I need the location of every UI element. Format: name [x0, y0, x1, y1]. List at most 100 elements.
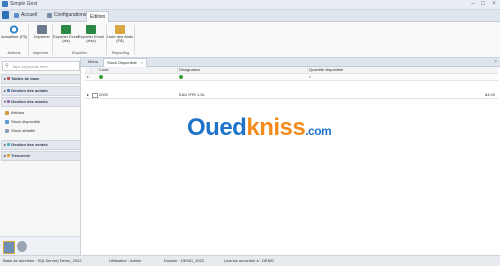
export-xls-button[interactable]: Exporter Excel (xls)	[53, 24, 79, 48]
navigation-pane: ⚲ Tape keywords here ▸ Tables de base ▸ …	[0, 58, 81, 256]
tab-edition[interactable]: Edition	[86, 11, 110, 22]
tab-configurations[interactable]: Configurations	[44, 11, 89, 20]
watermark-text-1: Oued	[187, 114, 247, 141]
cell-designation: EAU IFRI 1.5L	[179, 92, 205, 97]
tab-label: Edition	[90, 13, 106, 20]
search-placeholder: Tape keywords here	[12, 63, 48, 69]
refresh-button[interactable]: Actualiser (F5)	[1, 24, 27, 48]
printer-icon	[37, 25, 47, 34]
minimize-button[interactable]: –	[468, 0, 478, 8]
button-label: Exporter Excel (xls)	[53, 34, 80, 44]
nav-search-input[interactable]: ⚲ Tape keywords here	[2, 61, 80, 71]
nav-item-label: Stock détaillé	[11, 128, 35, 133]
report-list-button[interactable]: Liste des états (F8)	[107, 24, 133, 48]
close-tab-icon[interactable]: ×	[141, 60, 143, 65]
nav-group-gestion-achats[interactable]: ▸ Gestion des achats	[1, 86, 81, 96]
home-icon	[14, 13, 19, 18]
nav-group-label: Gestion des ventes	[11, 142, 48, 147]
export-xlsx-button[interactable]: Exporter Excel (xlsx)	[78, 24, 104, 48]
watermark-text-3: .com	[305, 124, 332, 138]
filter-row-marker-icon: ▸	[87, 74, 90, 79]
sales-icon	[7, 143, 10, 146]
title-bar: Simple Gest – □ ×	[0, 0, 500, 10]
doc-tab-stock-disponible[interactable]: Stock Disponible ×	[103, 58, 148, 67]
nav-item-articles[interactable]: Articles	[5, 110, 24, 116]
button-label: Exporter Excel (xlsx)	[78, 34, 105, 44]
report-list-icon	[115, 25, 125, 34]
group-label-actions: Actions	[7, 50, 21, 55]
box-icon	[7, 100, 10, 103]
nav-group-tables-de-base[interactable]: ▸ Tables de base	[1, 74, 81, 84]
doc-tab-label: Menu	[88, 59, 99, 64]
button-label: Liste des états (F8)	[107, 34, 133, 44]
ribbon-tab-bar: Accueil Configurations Edition	[0, 10, 500, 22]
chevron-right-icon: ▸	[4, 88, 7, 93]
cell-code: 2000	[99, 92, 108, 97]
close-document-icon[interactable]: ×	[494, 58, 497, 66]
nav-item-stock-disponible[interactable]: Stock disponible	[5, 119, 40, 125]
gear-icon	[47, 13, 52, 18]
grid-header-row: Code Désignation Quantité disponible	[85, 67, 498, 74]
nav-item-stock-detaille[interactable]: Stock détaillé	[5, 128, 35, 134]
grid-filter-row: ▸ =	[85, 74, 498, 81]
group-label-exporter: Exporter	[71, 50, 88, 55]
application-menu-button[interactable]	[2, 11, 9, 19]
search-icon: ⚲	[5, 63, 9, 69]
tab-label: Accueil	[21, 12, 38, 18]
excel-icon	[61, 25, 71, 34]
tab-accueil[interactable]: Accueil	[11, 11, 40, 20]
stock-detail-icon	[5, 129, 9, 133]
status-bar: Base de données : SQLServer) Demo_2022 U…	[0, 255, 500, 266]
refresh-icon	[9, 25, 19, 34]
column-header-quantite[interactable]: Quantité disponible	[309, 67, 343, 73]
stock-icon	[5, 120, 9, 124]
cart-icon	[7, 89, 10, 92]
row-checkbox[interactable]	[92, 93, 98, 98]
group-label-reporting: Reporting	[111, 50, 130, 55]
nav-group-tresorerie[interactable]: ▸ Trésorerie	[1, 151, 81, 161]
nav-group-label: Gestion des achats	[11, 88, 48, 93]
column-header-code[interactable]: Code	[99, 67, 109, 73]
article-icon	[5, 111, 9, 115]
nav-group-label: Tables de base	[11, 76, 40, 81]
watermark-logo: Ouedkniss.com	[187, 114, 332, 142]
settings-gear-icon[interactable]	[17, 241, 27, 252]
maximize-button[interactable]: □	[478, 0, 488, 8]
doc-tab-label: Stock Disponible	[107, 60, 137, 65]
grid-separator	[97, 67, 98, 73]
group-label-imprimer: Imprimer	[32, 50, 49, 55]
table-row[interactable]: ▸ 2000 EAU IFRI 1.5L 84,00	[85, 92, 498, 99]
tab-label: Configurations	[54, 12, 87, 18]
nav-group-gestion-ventes[interactable]: ▸ Gestion des ventes	[1, 140, 81, 150]
watermark-text-2: kniss	[246, 114, 306, 141]
grid-separator	[177, 67, 178, 73]
cell-quantite: 84,00	[484, 92, 495, 97]
doc-tab-menu[interactable]: Menu	[85, 58, 101, 66]
grid-separator	[307, 67, 308, 73]
nav-group-label: Gestion des stocks	[11, 99, 48, 104]
document-tab-bar: Menu Stock Disponible × ×	[81, 58, 500, 67]
grid-separator	[91, 67, 92, 73]
window-title: Simple Gest	[10, 1, 38, 7]
app-logo-icon	[2, 1, 8, 7]
chevron-right-icon: ▸	[4, 153, 7, 158]
chevron-right-icon: ▸	[4, 76, 7, 81]
main-content: Menu Stock Disponible × × Code Désignati…	[81, 58, 500, 255]
filter-designation-cell[interactable]	[179, 74, 183, 80]
close-window-button[interactable]: ×	[489, 0, 499, 8]
chevron-right-icon: ▸	[4, 142, 7, 147]
nav-item-label: Stock disponible	[11, 119, 41, 124]
nav-group-label: Trésorerie	[11, 153, 31, 158]
group-divider	[134, 25, 135, 55]
excel-icon	[86, 25, 96, 34]
navigation-view-icon[interactable]	[3, 241, 15, 254]
button-label: Actualiser (F5)	[1, 34, 28, 39]
money-icon	[7, 154, 10, 157]
nav-group-gestion-stocks[interactable]: ▾ Gestion des stocks	[1, 97, 81, 107]
column-header-designation[interactable]: Désignation	[179, 67, 200, 73]
filter-code-cell[interactable]	[99, 74, 103, 80]
chevron-down-icon: ▾	[4, 99, 7, 104]
filter-icon	[99, 75, 103, 79]
filter-quantite-cell[interactable]: =	[309, 74, 311, 80]
nav-item-label: Articles	[11, 110, 25, 115]
